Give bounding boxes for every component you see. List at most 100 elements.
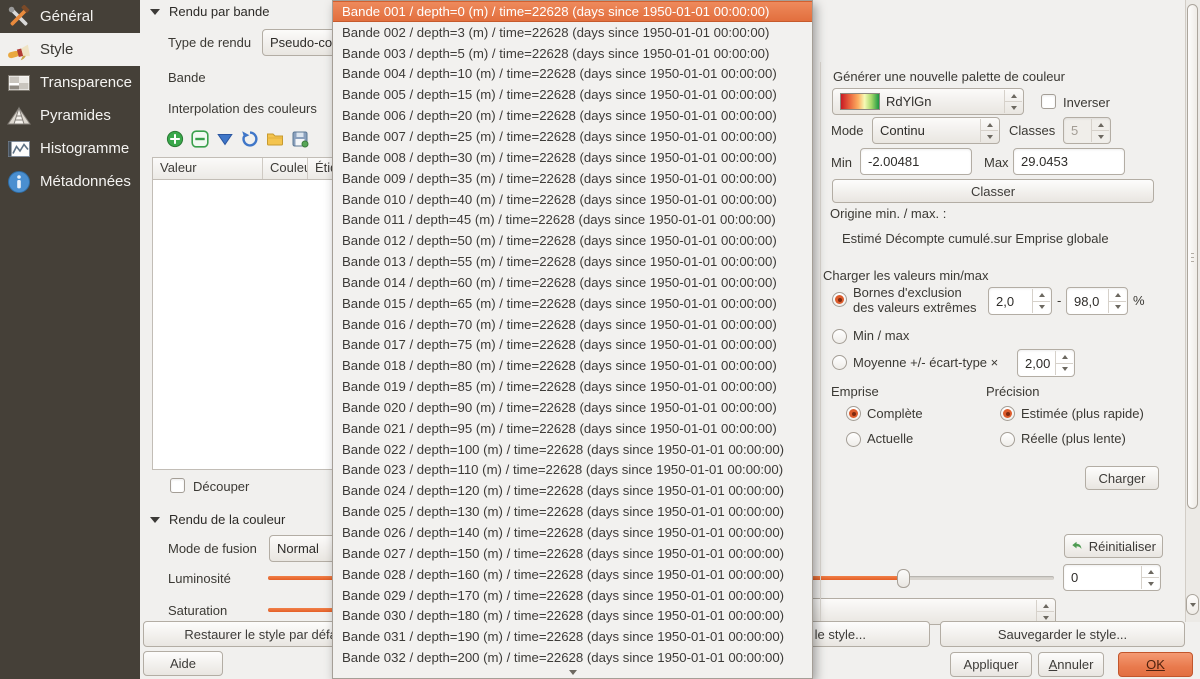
band-option[interactable]: Bande 013 / depth=55 (m) / time=22628 (d…	[333, 251, 812, 272]
sidebar-item-general[interactable]: Général	[0, 0, 140, 33]
stddev-spinbox[interactable]: 2,00	[1017, 349, 1075, 377]
invert-checkbox[interactable]	[1041, 94, 1056, 109]
band-option[interactable]: Bande 006 / depth=20 (m) / time=22628 (d…	[333, 105, 812, 126]
spinner-arrows[interactable]	[1036, 600, 1054, 623]
band-option[interactable]: Bande 023 / depth=110 (m) / time=22628 (…	[333, 460, 812, 481]
scroll-down-hint-icon[interactable]	[569, 670, 577, 675]
palette-title: Générer une nouvelle palette de couleur	[833, 69, 1065, 84]
classify-button[interactable]: Classer	[832, 179, 1154, 203]
sidebar-item-pyramids[interactable]: Pyramides	[0, 99, 140, 132]
min-input[interactable]: -2.00481	[860, 148, 972, 175]
band-option[interactable]: Bande 032 / depth=200 (m) / time=22628 (…	[333, 647, 812, 668]
stddev-radio-label[interactable]: Moyenne +/- écart-type ×	[853, 355, 998, 370]
mode-combobox[interactable]: Continu	[872, 117, 1000, 144]
spinner-arrows[interactable]	[1091, 119, 1109, 142]
reset-button[interactable]: Réinitialiser	[1064, 534, 1163, 558]
minmax-radio[interactable]	[832, 329, 847, 344]
column-header-color[interactable]: Couleur	[263, 158, 308, 179]
band-option[interactable]: Bande 005 / depth=15 (m) / time=22628 (d…	[333, 84, 812, 105]
spinner-arrows[interactable]	[1004, 90, 1022, 113]
band-option[interactable]: Bande 017 / depth=75 (m) / time=22628 (d…	[333, 335, 812, 356]
sidebar-item-style[interactable]: Style	[0, 33, 140, 66]
band-option[interactable]: Bande 003 / depth=5 (m) / time=22628 (da…	[333, 43, 812, 64]
accuracy-estimated-label[interactable]: Estimée (plus rapide)	[1021, 406, 1144, 421]
extent-full-radio[interactable]	[846, 406, 861, 421]
classes-spinbox[interactable]: 5	[1063, 117, 1111, 144]
sidebar-item-metadata[interactable]: Métadonnées	[0, 165, 140, 198]
spinner-arrows[interactable]	[1055, 351, 1073, 375]
cut-lower-spinbox[interactable]: 2,0	[988, 287, 1052, 315]
band-option[interactable]: Bande 029 / depth=170 (m) / time=22628 (…	[333, 585, 812, 606]
accuracy-actual-radio[interactable]	[1000, 432, 1015, 447]
band-option[interactable]: Bande 008 / depth=30 (m) / time=22628 (d…	[333, 147, 812, 168]
spinner-arrows[interactable]	[980, 119, 998, 142]
band-option[interactable]: Bande 012 / depth=50 (m) / time=22628 (d…	[333, 230, 812, 251]
band-option[interactable]: Bande 007 / depth=25 (m) / time=22628 (d…	[333, 126, 812, 147]
cancel-button[interactable]: Annuler	[1038, 652, 1104, 677]
spinner-arrows[interactable]	[1141, 566, 1159, 589]
brightness-spinbox[interactable]: 0	[1063, 564, 1161, 591]
band-option[interactable]: Bande 014 / depth=60 (m) / time=22628 (d…	[333, 272, 812, 293]
band-option[interactable]: Bande 001 / depth=0 (m) / time=22628 (da…	[333, 1, 812, 22]
save-icon[interactable]	[291, 130, 309, 148]
invert-label: Inverser	[1063, 95, 1110, 110]
mode-label: Mode	[831, 123, 864, 138]
band-option[interactable]: Bande 018 / depth=80 (m) / time=22628 (d…	[333, 355, 812, 376]
extent-current-label[interactable]: Actuelle	[867, 431, 913, 446]
spinner-arrows[interactable]	[1032, 289, 1050, 313]
band-option[interactable]: Bande 026 / depth=140 (m) / time=22628 (…	[333, 522, 812, 543]
minmax-radio-label[interactable]: Min / max	[853, 328, 909, 343]
load-button[interactable]: Charger	[1085, 466, 1159, 490]
color-rendering-section-header[interactable]: Rendu de la couleur	[150, 512, 285, 527]
clip-checkbox[interactable]	[170, 478, 185, 493]
add-icon[interactable]	[166, 130, 184, 148]
sidebar-item-histogram[interactable]: Histogramme	[0, 132, 140, 165]
sidebar-item-transparency[interactable]: Transparence	[0, 66, 140, 99]
band-option[interactable]: Bande 002 / depth=3 (m) / time=22628 (da…	[333, 22, 812, 43]
extent-current-radio[interactable]	[846, 432, 861, 447]
band-option[interactable]: Bande 016 / depth=70 (m) / time=22628 (d…	[333, 314, 812, 335]
band-option[interactable]: Bande 024 / depth=120 (m) / time=22628 (…	[333, 480, 812, 501]
max-input[interactable]: 29.0453	[1013, 148, 1125, 175]
ok-button[interactable]: OK	[1118, 652, 1193, 677]
refresh-icon[interactable]	[241, 130, 259, 148]
band-option[interactable]: Bande 019 / depth=85 (m) / time=22628 (d…	[333, 376, 812, 397]
sort-icon[interactable]	[216, 130, 234, 148]
band-option[interactable]: Bande 028 / depth=160 (m) / time=22628 (…	[333, 564, 812, 585]
color-ramp-combobox[interactable]: RdYlGn	[832, 88, 1024, 115]
extent-full-label[interactable]: Complète	[867, 406, 923, 421]
band-renderer-section-header[interactable]: Rendu par bande	[150, 4, 269, 19]
origin-minmax-label: Origine min. / max. :	[830, 206, 946, 221]
save-style-button[interactable]: Sauvegarder le style...	[940, 621, 1185, 647]
scrollbar-thumb[interactable]	[1187, 4, 1198, 509]
section-title: Rendu de la couleur	[169, 512, 285, 527]
band-option[interactable]: Bande 020 / depth=90 (m) / time=22628 (d…	[333, 397, 812, 418]
band-option[interactable]: Bande 021 / depth=95 (m) / time=22628 (d…	[333, 418, 812, 439]
band-option[interactable]: Bande 004 / depth=10 (m) / time=22628 (d…	[333, 64, 812, 85]
brightness-slider-handle[interactable]	[897, 569, 910, 588]
open-folder-icon[interactable]	[266, 130, 284, 148]
stddev-radio[interactable]	[832, 355, 847, 370]
remove-icon[interactable]	[191, 130, 209, 148]
band-option[interactable]: Bande 027 / depth=150 (m) / time=22628 (…	[333, 543, 812, 564]
band-option[interactable]: Bande 015 / depth=65 (m) / time=22628 (d…	[333, 293, 812, 314]
column-header-value[interactable]: Valeur	[153, 158, 263, 179]
pyramid-icon	[7, 104, 31, 128]
band-option[interactable]: Bande 031 / depth=190 (m) / time=22628 (…	[333, 626, 812, 647]
cumulative-cut-label[interactable]: Bornes d'exclusion des valeurs extrêmes	[853, 285, 985, 315]
band-option[interactable]: Bande 022 / depth=100 (m) / time=22628 (…	[333, 439, 812, 460]
apply-button[interactable]: Appliquer	[950, 652, 1032, 677]
band-option[interactable]: Bande 010 / depth=40 (m) / time=22628 (d…	[333, 189, 812, 210]
spinner-arrows[interactable]	[1108, 289, 1126, 313]
band-option[interactable]: Bande 011 / depth=45 (m) / time=22628 (d…	[333, 209, 812, 230]
accuracy-estimated-radio[interactable]	[1000, 406, 1015, 421]
help-button[interactable]: Aide	[143, 651, 223, 676]
band-option[interactable]: Bande 025 / depth=130 (m) / time=22628 (…	[333, 501, 812, 522]
scrollbar-down-button[interactable]	[1186, 594, 1199, 615]
band-option[interactable]: Bande 009 / depth=35 (m) / time=22628 (d…	[333, 168, 812, 189]
band-option[interactable]: Bande 030 / depth=180 (m) / time=22628 (…	[333, 605, 812, 626]
origin-minmax-value: Estimé Décompte cumulé.sur Emprise globa…	[842, 231, 1109, 246]
cumulative-cut-radio[interactable]	[832, 292, 847, 307]
cut-upper-spinbox[interactable]: 98,0	[1066, 287, 1128, 315]
accuracy-actual-label[interactable]: Réelle (plus lente)	[1021, 431, 1126, 446]
